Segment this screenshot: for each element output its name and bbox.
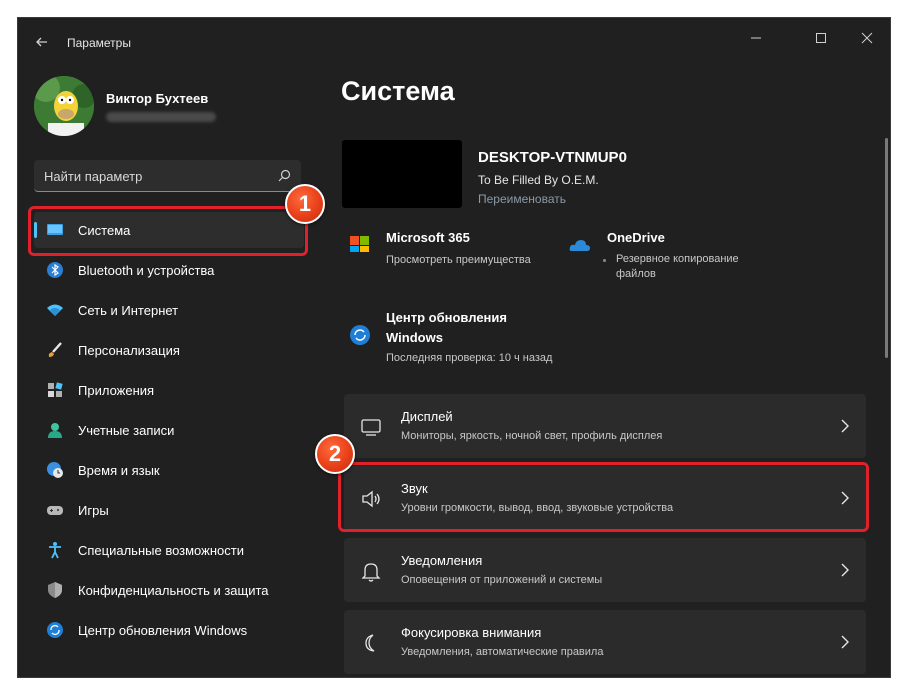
avatar[interactable] <box>34 76 94 136</box>
display-icon <box>361 419 381 436</box>
sidebar-item-label: Специальные возможности <box>78 543 244 558</box>
display-card[interactable]: Дисплей Мониторы, яркость, ночной свет, … <box>344 394 866 458</box>
focus-assist-card[interactable]: Фокусировка внимания Уведомления, автома… <box>344 610 866 674</box>
notifications-card[interactable]: Уведомления Оповещения от приложений и с… <box>344 538 866 602</box>
scrollbar-thumb[interactable] <box>885 138 888 358</box>
windows-update-tile[interactable]: Центр обновления Windows Последняя прове… <box>349 310 589 370</box>
app-title: Параметры <box>67 36 131 50</box>
tile-title: Microsoft 365 <box>386 230 470 245</box>
sidebar-item-bluetooth[interactable]: Bluetooth и устройства <box>34 252 304 288</box>
sidebar-item-label: Сеть и Интернет <box>78 303 179 318</box>
tile-title: OneDrive <box>607 230 665 245</box>
sidebar-item-label: Конфиденциальность и защита <box>78 583 269 598</box>
sidebar-item-label: Приложения <box>78 383 155 398</box>
device-model: To Be Filled By O.E.M. <box>478 173 599 187</box>
apps-icon <box>46 381 64 399</box>
annotation-highlight-sound <box>338 462 869 532</box>
bell-icon <box>361 563 381 582</box>
back-button[interactable] <box>30 30 54 54</box>
close-icon <box>861 32 873 44</box>
sidebar-item-privacy[interactable]: Конфиденциальность и защита <box>34 572 304 608</box>
card-title: Фокусировка внимания <box>401 625 542 640</box>
shield-icon <box>46 581 64 599</box>
tile-subtitle: Последняя проверка: 10 ч назад <box>386 352 553 364</box>
card-title: Дисплей <box>401 409 453 424</box>
card-title: Уведомления <box>401 553 483 568</box>
sidebar-item-label: Центр обновления Windows <box>78 623 248 638</box>
search-icon[interactable] <box>276 168 292 184</box>
sidebar-item-apps[interactable]: Приложения <box>34 372 304 408</box>
chevron-right-icon <box>841 563 849 577</box>
minimize-icon <box>751 37 761 39</box>
annotation-badge-2: 2 <box>315 434 355 474</box>
maximize-button[interactable] <box>798 24 844 52</box>
accessibility-icon <box>46 541 64 559</box>
brush-icon <box>46 341 64 359</box>
minimize-button[interactable] <box>733 24 779 52</box>
tile-subtitle: Просмотреть преимущества <box>386 254 531 266</box>
tile-subtitle-line2: файлов <box>616 268 656 280</box>
maximize-icon <box>816 33 826 43</box>
bluetooth-icon <box>46 261 64 279</box>
user-avatar-image <box>34 76 94 136</box>
gamepad-icon <box>46 501 64 519</box>
microsoft-logo-icon <box>350 236 369 252</box>
annotation-badge-1: 1 <box>285 184 325 224</box>
title-bar: Параметры <box>18 18 890 64</box>
user-email-redacted <box>106 112 216 122</box>
chevron-right-icon <box>841 419 849 433</box>
update-icon <box>46 621 64 639</box>
tile-title-line2: Windows <box>386 330 443 345</box>
onedrive-tile[interactable]: OneDrive Резервное копирование файлов <box>569 230 789 286</box>
sidebar-item-windows-update[interactable]: Центр обновления Windows <box>34 612 304 648</box>
search-box <box>34 160 301 192</box>
arrow-left-icon <box>36 37 47 47</box>
tile-subtitle-line1: Резервное копирование <box>616 253 739 265</box>
sidebar-item-accessibility[interactable]: Специальные возможности <box>34 532 304 568</box>
card-subtitle: Оповещения от приложений и системы <box>401 574 603 586</box>
sidebar-item-label: Bluetooth и устройства <box>78 263 215 278</box>
sidebar-item-label: Игры <box>78 503 109 518</box>
settings-window: Параметры Виктор Бухтеев Найти параметр … <box>17 17 891 678</box>
device-wallpaper-thumbnail <box>342 140 462 208</box>
user-name: Виктор Бухтеев <box>106 91 209 106</box>
sidebar-nav: Система Bluetooth и устройства Сеть и Ин… <box>34 212 304 652</box>
status-dot <box>603 259 606 262</box>
annotation-highlight-system <box>28 206 308 256</box>
card-subtitle: Уведомления, автоматические правила <box>401 646 604 658</box>
onedrive-cloud-icon <box>569 240 590 251</box>
chevron-right-icon <box>841 635 849 649</box>
globe-clock-icon <box>46 461 64 479</box>
page-title: Система <box>341 76 455 106</box>
person-icon <box>46 421 64 439</box>
sidebar-item-personalization[interactable]: Персонализация <box>34 332 304 368</box>
update-icon <box>350 325 370 345</box>
card-subtitle: Мониторы, яркость, ночной свет, профиль … <box>401 430 663 442</box>
sidebar-item-accounts[interactable]: Учетные записи <box>34 412 304 448</box>
close-button[interactable] <box>844 24 890 52</box>
rename-link[interactable]: Переименовать <box>478 192 566 206</box>
microsoft-365-tile[interactable]: Microsoft 365 Просмотреть преимущества <box>349 230 549 270</box>
wifi-icon <box>46 301 64 319</box>
device-name: DESKTOP-VTNMUP0 <box>478 149 627 166</box>
sidebar-item-gaming[interactable]: Игры <box>34 492 304 528</box>
sidebar-item-network[interactable]: Сеть и Интернет <box>34 292 304 328</box>
sidebar-item-label: Учетные записи <box>78 423 175 438</box>
sidebar-item-time-language[interactable]: Время и язык <box>34 452 304 488</box>
sidebar-item-label: Персонализация <box>78 343 180 358</box>
sidebar-item-label: Время и язык <box>78 463 160 478</box>
search-input[interactable] <box>44 166 264 186</box>
tile-title-line1: Центр обновления <box>386 310 507 325</box>
moon-icon <box>365 634 375 652</box>
